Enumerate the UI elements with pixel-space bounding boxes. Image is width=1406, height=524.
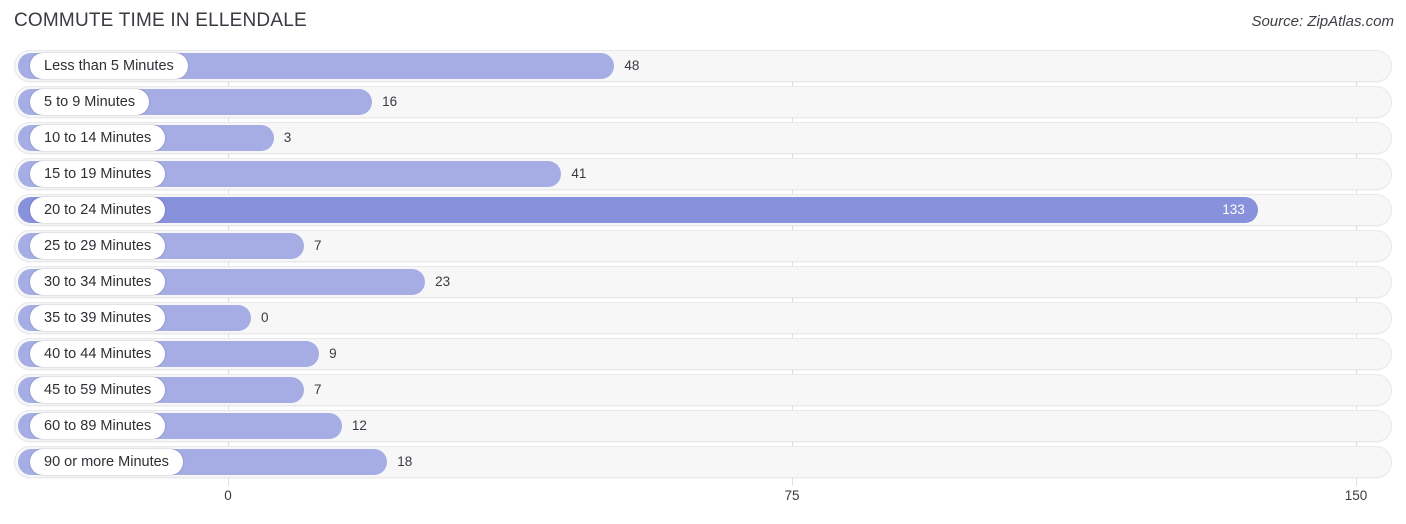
- x-axis-tick-label: 0: [224, 488, 232, 503]
- bar-category-label: 90 or more Minutes: [30, 449, 183, 475]
- bar-row[interactable]: 0 35 to 39 Minutes: [0, 302, 1406, 334]
- bar-row[interactable]: 9 40 to 44 Minutes: [0, 338, 1406, 370]
- bar-value-label: 16: [382, 94, 398, 109]
- bar-category-label: 40 to 44 Minutes: [30, 341, 166, 367]
- bar-row[interactable]: 133 20 to 24 Minutes: [0, 194, 1406, 226]
- bar-row[interactable]: 16 5 to 9 Minutes: [0, 86, 1406, 118]
- bar-row[interactable]: 3 10 to 14 Minutes: [0, 122, 1406, 154]
- x-axis-tick-label: 150: [1344, 488, 1368, 503]
- bar-value-label: 7: [313, 382, 322, 397]
- source-attribution: Source: ZipAtlas.com: [1251, 13, 1394, 30]
- bar-value-label: 48: [624, 58, 640, 73]
- bar-category-label: 45 to 59 Minutes: [30, 377, 166, 403]
- x-axis: 0 75 150: [0, 488, 1406, 512]
- x-axis-tick-label: 75: [784, 488, 800, 503]
- bar-row[interactable]: 18 90 or more Minutes: [0, 446, 1406, 478]
- bar-value-label: 23: [435, 274, 451, 289]
- bar-value-label: 7: [313, 238, 322, 253]
- bar-category-label: 20 to 24 Minutes: [30, 197, 166, 223]
- bar-category-label: 25 to 29 Minutes: [30, 233, 166, 259]
- bar-category-label: 30 to 34 Minutes: [30, 269, 166, 295]
- bar-category-label: 5 to 9 Minutes: [30, 89, 150, 115]
- bar-row[interactable]: 7 25 to 29 Minutes: [0, 230, 1406, 262]
- bar-value-label: 9: [329, 346, 337, 361]
- bar-value-label: 0: [261, 310, 269, 325]
- bar-value-label: 12: [351, 418, 367, 433]
- bar-value-label: 18: [397, 454, 413, 469]
- plot-area: 48 Less than 5 Minutes 16 5 to 9 Minutes 3 10…: [0, 50, 1406, 488]
- bar-category-label: 60 to 89 Minutes: [30, 413, 166, 439]
- bar-category-label: 35 to 39 Minutes: [30, 305, 166, 331]
- bar-category-label: 15 to 19 Minutes: [30, 161, 166, 187]
- bar-value-label: 41: [571, 166, 587, 181]
- bar-row[interactable]: 7 45 to 59 Minutes: [0, 374, 1406, 406]
- bar-row[interactable]: 48 Less than 5 Minutes: [0, 50, 1406, 82]
- bar-value-label: 3: [283, 130, 292, 145]
- chart-container: COMMUTE TIME IN ELLENDALE Source: ZipAtl…: [0, 0, 1406, 524]
- bar-category-label: 10 to 14 Minutes: [30, 125, 166, 151]
- bar-row[interactable]: 23 30 to 34 Minutes: [0, 266, 1406, 298]
- bar[interactable]: 133: [18, 197, 1258, 223]
- bar-category-label: Less than 5 Minutes: [30, 53, 188, 79]
- bar-row[interactable]: 41 15 to 19 Minutes: [0, 158, 1406, 190]
- bar-row[interactable]: 12 60 to 89 Minutes: [0, 410, 1406, 442]
- page-title: COMMUTE TIME IN ELLENDALE: [14, 10, 307, 31]
- bar-value-label: 133: [1222, 202, 1245, 217]
- bar-rows: 48 Less than 5 Minutes 16 5 to 9 Minutes 3 10…: [0, 50, 1406, 482]
